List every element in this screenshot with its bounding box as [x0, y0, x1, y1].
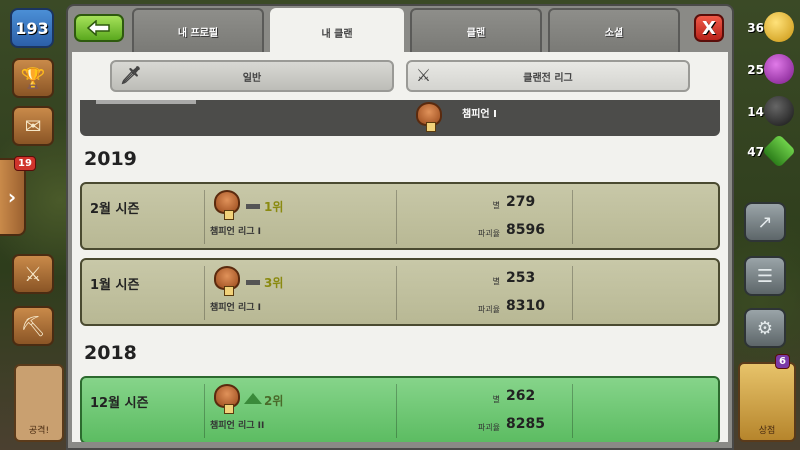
season-name: 12월 시즌: [90, 396, 149, 411]
gold-icon: [764, 12, 794, 42]
subtab-general-label: 일반: [242, 72, 262, 84]
divider: [396, 190, 397, 244]
xp-level-badge[interactable]: 193: [10, 8, 54, 48]
attack-button[interactable]: 공격!: [14, 364, 64, 442]
stars-value: 262: [506, 388, 536, 404]
divider: [572, 384, 573, 438]
stars-value: 253: [506, 270, 536, 286]
gold-resource: 36: [734, 12, 794, 42]
season-name: 1월 시즌: [90, 278, 140, 293]
rank-up-icon: [244, 393, 262, 404]
season-history-list[interactable]: 챔피언 I 2019 2월 시즌 1위 챔피언 리그 I 별 279 파괴율 8…: [72, 94, 728, 442]
season-rank: 2위: [264, 394, 284, 408]
close-icon: X: [702, 17, 716, 39]
share-button[interactable]: ↗: [744, 202, 786, 242]
attack-label: 공격!: [28, 426, 50, 436]
champion-league-icon: [416, 102, 442, 132]
dark-elixir-icon: [764, 96, 794, 126]
destruction-value: 8285: [506, 416, 545, 432]
tab-social[interactable]: 소셜: [548, 8, 680, 52]
destruction-value: 8596: [506, 222, 545, 238]
divider: [572, 266, 573, 320]
gold-amount: 36: [747, 21, 764, 35]
year-heading-2019: 2019: [84, 148, 137, 170]
gems-amount: 47: [747, 145, 764, 159]
gem-icon: [762, 134, 796, 168]
stars-label: 별: [492, 201, 500, 210]
current-league-banner: 챔피언 I: [80, 94, 720, 136]
current-league-label: 챔피언 I: [462, 109, 497, 120]
sword-icon: 🗡: [120, 66, 142, 86]
elixir-amount: 25: [747, 63, 764, 77]
crossed-swords-icon: ⚔: [416, 66, 432, 86]
tab-clans[interactable]: 클랜: [410, 8, 542, 52]
gear-icon: ⚙: [756, 317, 774, 339]
destruction-label: 파괴율: [477, 305, 500, 314]
shop-notification-badge: 6: [775, 354, 790, 369]
news-button[interactable]: ☰: [744, 256, 786, 296]
destruction-value: 8310: [506, 298, 545, 314]
chat-notification-badge: 19: [14, 156, 36, 171]
stars-value: 279: [506, 194, 536, 210]
subtab-cwl-label: 클랜전 리그: [523, 72, 573, 84]
divider: [204, 384, 205, 438]
season-row[interactable]: 2월 시즌 1위 챔피언 리그 I 별 279 파괴율 8596: [80, 182, 720, 250]
rank-unchanged-icon: [246, 280, 260, 285]
season-name: 2월 시즌: [90, 202, 140, 217]
shop-label: 상점: [758, 426, 776, 436]
elixir-icon: [764, 54, 794, 84]
boot-icon: ⛏: [20, 314, 46, 338]
subtab-general[interactable]: 🗡 일반: [110, 60, 394, 92]
season-row-highlighted[interactable]: 12월 시즌 2위 챔피언 리그 II 별 262 파괴율 8285: [80, 376, 720, 442]
subtab-clan-war-league[interactable]: ⚔ 클랜전 리그: [406, 60, 690, 92]
subtab-bar: 🗡 일반 ⚔ 클랜전 리그: [72, 52, 728, 100]
divider: [572, 190, 573, 244]
league-icon: [214, 384, 240, 414]
stars-label: 별: [492, 277, 500, 286]
dark-elixir-amount: 14: [747, 105, 764, 119]
trophy-button[interactable]: 🏆: [12, 58, 54, 98]
divider: [396, 384, 397, 438]
tab-bar: 내 프로필 내 클랜 클랜 소셜: [66, 8, 680, 54]
gems-resource: 47: [734, 134, 796, 168]
dark-elixir-resource: 14: [734, 96, 794, 126]
right-hud: 36 25 14 47 ↗ ☰ ⚙ 상점 6: [730, 0, 800, 450]
divider: [204, 266, 205, 320]
elixir-resource: 25: [734, 54, 794, 84]
chevron-right-icon: ›: [7, 185, 17, 209]
divider: [396, 266, 397, 320]
builder-button[interactable]: ⛏: [12, 306, 54, 346]
destruction-label: 파괴율: [477, 229, 500, 238]
shop-button[interactable]: 상점: [738, 362, 796, 442]
settings-button[interactable]: ⚙: [744, 308, 786, 348]
clan-war-button[interactable]: ⚔: [12, 254, 54, 294]
season-league: 챔피언 리그 I: [210, 227, 262, 237]
season-league: 챔피언 리그 II: [210, 421, 265, 431]
destruction-label: 파괴율: [477, 423, 500, 432]
crossed-swords-icon: ⚔: [24, 262, 42, 286]
season-rank: 3위: [264, 276, 284, 290]
league-icon: [214, 266, 240, 296]
tab-my-profile[interactable]: 내 프로필: [132, 8, 264, 52]
rank-unchanged-icon: [246, 204, 260, 209]
stars-label: 별: [492, 395, 500, 404]
left-hud: 193 🏆 ✉ › 19 ⚔ ⛏ 공격!: [0, 0, 64, 450]
year-heading-2018: 2018: [84, 342, 137, 364]
league-icon: [214, 190, 240, 220]
mail-button[interactable]: ✉: [12, 106, 54, 146]
share-icon: ↗: [757, 211, 773, 233]
season-rank: 1위: [264, 200, 284, 214]
content-area: 🗡 일반 ⚔ 클랜전 리그 챔피언 I 2019 2월 시즌 1위 챔피언 리그…: [72, 52, 728, 442]
mail-icon: ✉: [24, 114, 42, 138]
close-button[interactable]: X: [694, 14, 724, 42]
news-icon: ☰: [756, 265, 774, 287]
tab-my-clan[interactable]: 내 클랜: [270, 8, 404, 54]
trophy-icon: 🏆: [20, 66, 46, 90]
divider: [204, 190, 205, 244]
season-row[interactable]: 1월 시즌 3위 챔피언 리그 I 별 253 파괴율 8310: [80, 258, 720, 326]
season-league: 챔피언 리그 I: [210, 303, 262, 313]
